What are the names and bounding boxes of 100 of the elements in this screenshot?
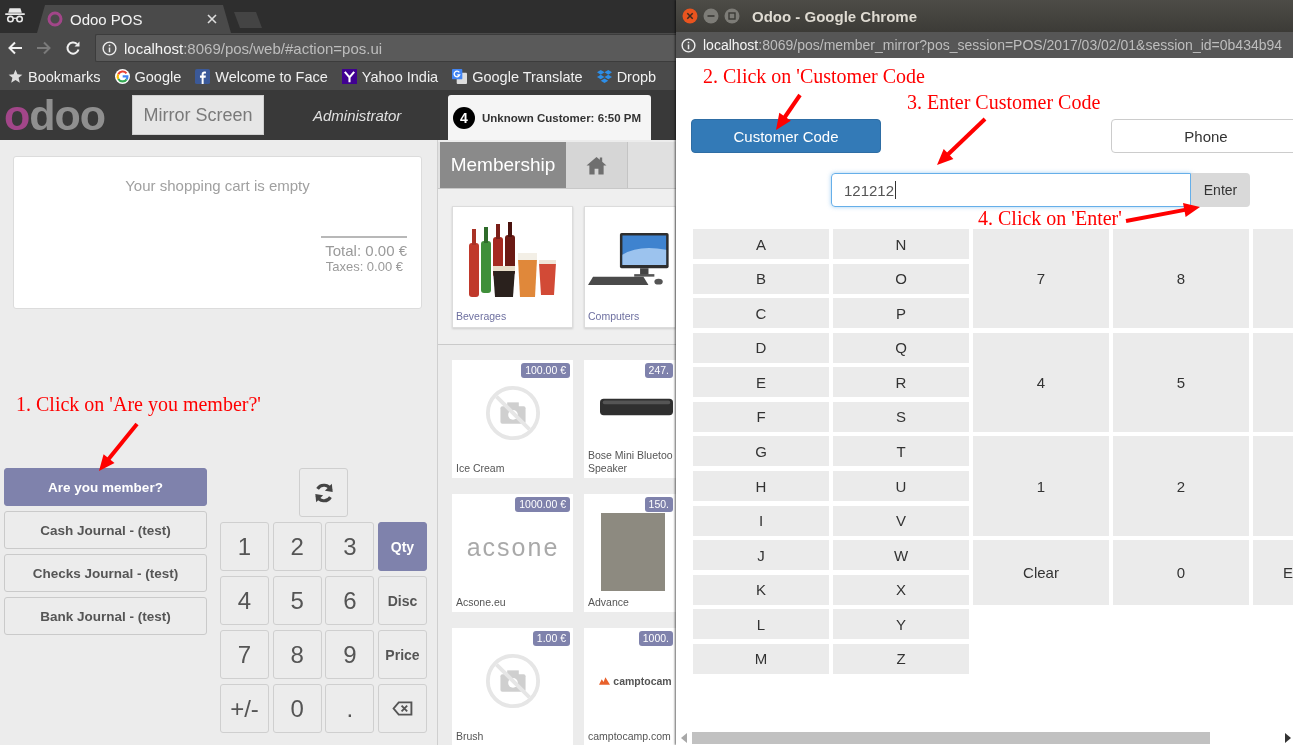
letter-key[interactable]: N (833, 229, 969, 259)
bookmark-item[interactable]: Google Translate (452, 68, 583, 85)
keypad-button[interactable]: 4 (973, 332, 1109, 432)
payment-button[interactable]: Checks Journal - (test) (4, 554, 207, 592)
incognito-icon (5, 6, 25, 23)
letter-key[interactable]: U (833, 471, 969, 502)
annotation-text: 3. Enter Customer Code (907, 92, 1101, 112)
numpad-key[interactable]: +/- (220, 684, 270, 733)
letter-key[interactable]: W (833, 540, 969, 571)
scroll-right-icon[interactable] (1285, 733, 1291, 743)
numpad-key[interactable]: 3 (325, 522, 375, 571)
keypad-button[interactable]: 8 (1113, 229, 1249, 329)
scroll-left-icon[interactable] (681, 733, 687, 743)
letter-key[interactable]: J (693, 540, 829, 571)
letter-key[interactable]: Z (833, 643, 969, 674)
bookmark-item[interactable]: Welcome to Face (195, 68, 328, 85)
letter-key[interactable]: H (693, 471, 829, 502)
letter-key[interactable]: M (693, 643, 829, 674)
letter-key[interactable]: Q (833, 332, 969, 363)
keypad-button[interactable]: 2 (1113, 436, 1249, 536)
numpad-mode-button[interactable]: Price (377, 630, 427, 679)
numpad-key[interactable]: . (325, 684, 375, 733)
numpad-key[interactable]: 5 (272, 576, 322, 625)
no-photo-icon (484, 652, 542, 710)
letter-key[interactable]: S (833, 401, 969, 432)
back-icon[interactable] (7, 40, 23, 56)
letter-key[interactable]: V (833, 505, 969, 536)
keypad-button[interactable]: Clear (973, 540, 1109, 605)
customer-code-input[interactable]: 121212 (831, 173, 1191, 207)
mode-button[interactable]: Phone (1111, 119, 1293, 153)
category-name: Beverages (456, 310, 508, 323)
mode-button[interactable]: Customer Code (691, 119, 881, 153)
order-tab[interactable]: 4 Unknown Customer: 6:50 PM (448, 95, 651, 140)
bookmark-item[interactable]: Google (114, 68, 182, 85)
bookmark-item[interactable]: Yahoo India (341, 68, 439, 85)
price-tag: 1.00 € (532, 631, 570, 646)
bookmark-item[interactable]: Dropb (596, 68, 657, 85)
numpad-mode-button[interactable]: Disc (377, 576, 427, 625)
close-icon[interactable] (682, 8, 698, 24)
price-tag: 1000. (638, 631, 673, 646)
no-photo-icon (484, 384, 542, 442)
letter-key[interactable]: B (693, 263, 829, 294)
letter-key[interactable]: Y (833, 609, 969, 640)
product-card[interactable]: 1000.00 € acsone Acsone.eu (452, 494, 573, 612)
payment-button[interactable]: Cash Journal - (test) (4, 511, 207, 549)
minimize-icon[interactable] (703, 8, 719, 24)
letter-key[interactable]: X (833, 574, 969, 605)
enter-button[interactable]: Enter (1191, 173, 1250, 207)
letter-key[interactable]: D (693, 332, 829, 363)
keypad-button[interactable]: 7 (973, 229, 1109, 329)
product-name: Ice Cream (456, 462, 506, 475)
numpad-key[interactable]: 0 (272, 684, 322, 733)
letter-key[interactable]: T (833, 436, 969, 467)
keypad-button[interactable]: 5 (1113, 332, 1249, 432)
numpad-key[interactable]: 9 (325, 630, 375, 679)
browser-tab[interactable]: Odoo POS (37, 5, 231, 33)
category-card[interactable]: Computers (584, 206, 676, 328)
refresh-button[interactable] (299, 468, 348, 517)
letter-key[interactable]: F (693, 401, 829, 432)
numpad-key[interactable]: 7 (220, 630, 270, 679)
keypad-button[interactable]: E (1253, 540, 1293, 605)
numpad-key[interactable]: 2 (272, 522, 322, 571)
maximize-icon[interactable] (724, 8, 740, 24)
bookmark-item[interactable]: Bookmarks (8, 68, 101, 85)
address-bar[interactable]: localhost:8069/pos/member_mirror?pos_session=POS/2017/03/02/01&session_id=0b434b94 (676, 32, 1293, 58)
empty-cart-message: Your shopping cart is empty (125, 177, 310, 195)
letter-key[interactable]: L (693, 609, 829, 640)
letter-key[interactable]: I (693, 505, 829, 536)
product-card[interactable]: 100.00 € Ice Cream (452, 360, 573, 478)
numpad-mode-button[interactable]: Qty (377, 522, 427, 571)
close-icon[interactable] (207, 14, 217, 24)
address-bar[interactable]: localhost:8069/pos/web/#action=pos.ui (95, 34, 676, 62)
letter-key[interactable]: A (693, 229, 829, 259)
yahoo-icon (341, 69, 357, 84)
numpad-key[interactable]: 6 (325, 576, 375, 625)
dropbox-icon (596, 69, 612, 84)
backspace-icon (391, 701, 413, 716)
product-card[interactable]: 1000. camptocam camptocamp.com (584, 628, 676, 745)
letter-key[interactable]: R (833, 367, 969, 398)
keypad-button[interactable]: 0 (1113, 540, 1249, 605)
letter-key[interactable]: G (693, 436, 829, 467)
category-card[interactable]: Beverages (452, 206, 573, 328)
reload-icon[interactable] (65, 40, 81, 56)
home-button[interactable] (566, 142, 628, 188)
letter-key[interactable]: O (833, 263, 969, 294)
payment-button[interactable]: Are you member? (4, 468, 207, 506)
backspace-button[interactable] (377, 684, 427, 733)
payment-button[interactable]: Bank Journal - (test) (4, 597, 207, 635)
numpad-key[interactable]: 4 (220, 576, 270, 625)
letter-key[interactable]: K (693, 574, 829, 605)
product-card[interactable]: 247. Bose Mini Bluetoo Speaker (584, 360, 676, 478)
letter-key[interactable]: C (693, 298, 829, 329)
numpad-key[interactable]: 8 (272, 630, 322, 679)
letter-key[interactable]: P (833, 298, 969, 329)
keypad-button[interactable]: 1 (973, 436, 1109, 536)
scrollbar-thumb[interactable] (692, 732, 1210, 744)
product-card[interactable]: 1.00 € Brush (452, 628, 573, 745)
letter-key[interactable]: E (693, 367, 829, 398)
numpad-key[interactable]: 1 (220, 522, 270, 571)
refresh-icon (312, 481, 335, 504)
